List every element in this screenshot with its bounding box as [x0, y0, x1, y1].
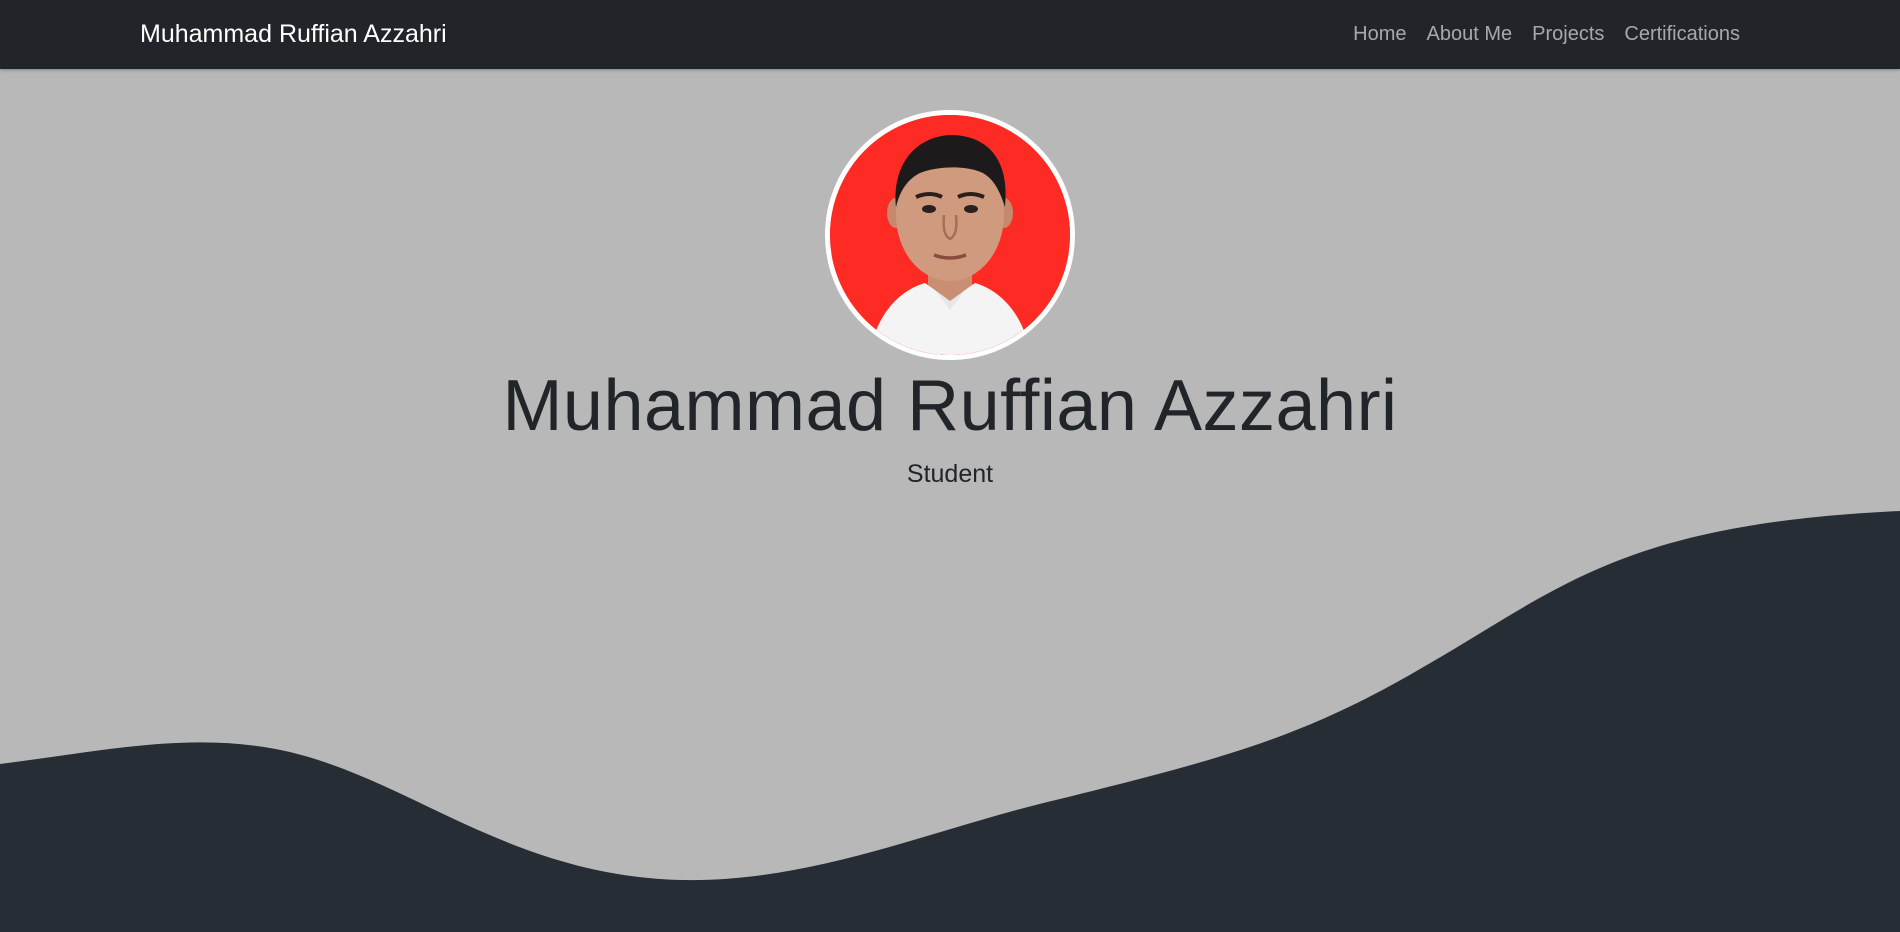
hero-subtitle: Student	[906, 460, 994, 488]
page: Muhammad Ruffian Azzahri Home About Me P…	[0, 0, 1900, 932]
hero-section: Muhammad Ruffian Azzahri Student	[0, 69, 1900, 932]
nav-link-certifications[interactable]: Certifications	[1614, 23, 1750, 46]
profile-photo-image	[830, 115, 1070, 355]
nav-link-about-me[interactable]: About Me	[1417, 23, 1523, 46]
profile-photo	[825, 110, 1075, 360]
nav-link-projects[interactable]: Projects	[1522, 23, 1614, 46]
navbar-brand[interactable]: Muhammad Ruffian Azzahri	[140, 0, 447, 69]
nav-link-home[interactable]: Home	[1343, 23, 1416, 46]
navbar: Muhammad Ruffian Azzahri Home About Me P…	[0, 0, 1900, 69]
nav-links: Home About Me Projects Certifications	[1343, 0, 1750, 69]
hero-title: Muhammad Ruffian Azzahri	[502, 366, 1398, 446]
